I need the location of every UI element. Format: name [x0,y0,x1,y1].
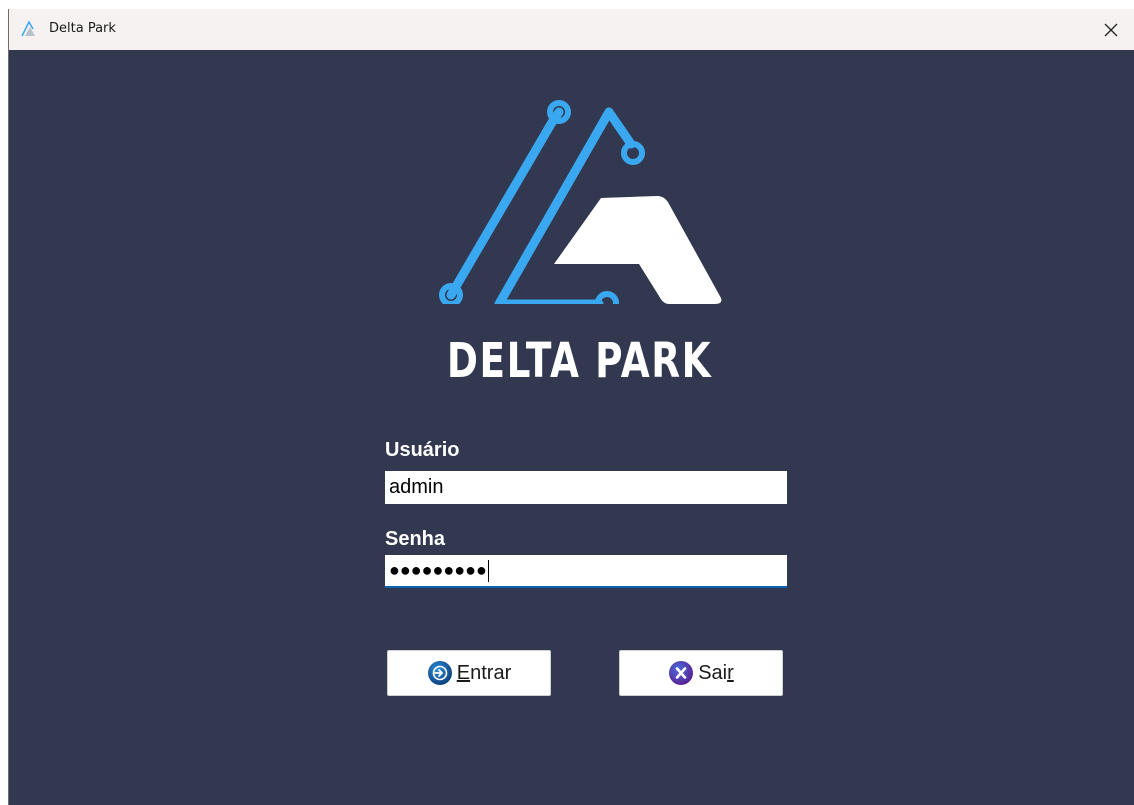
exit-label: Sair [698,661,734,684]
app-logo-icon [21,20,35,37]
delta-park-logo [439,100,722,304]
close-x-icon [669,661,694,685]
username-input[interactable]: admin [385,471,787,504]
exit-button[interactable]: Sair [619,650,783,696]
password-label: Senha [385,528,446,550]
close-button[interactable] [1088,9,1134,50]
login-window: Delta Park DELTA PARK Usuário admin Senh… [8,9,1134,805]
close-icon [1104,23,1118,36]
password-input[interactable]: ●●●●●●●●● [385,555,787,588]
enter-button[interactable]: Entrar [387,650,551,696]
username-label: Usuário [385,439,460,461]
password-mask: ●●●●●●●●● [389,560,487,580]
login-panel: DELTA PARK Usuário admin Senha ●●●●●●●●● [9,50,1134,805]
window-title: Delta Park [49,21,116,36]
brand-title: DELTA PARK [446,333,713,389]
login-arrow-icon [427,661,452,685]
title-bar: Delta Park [9,9,1134,50]
text-caret [487,559,489,582]
enter-label: Entrar [456,661,512,684]
username-value: admin [389,476,444,498]
